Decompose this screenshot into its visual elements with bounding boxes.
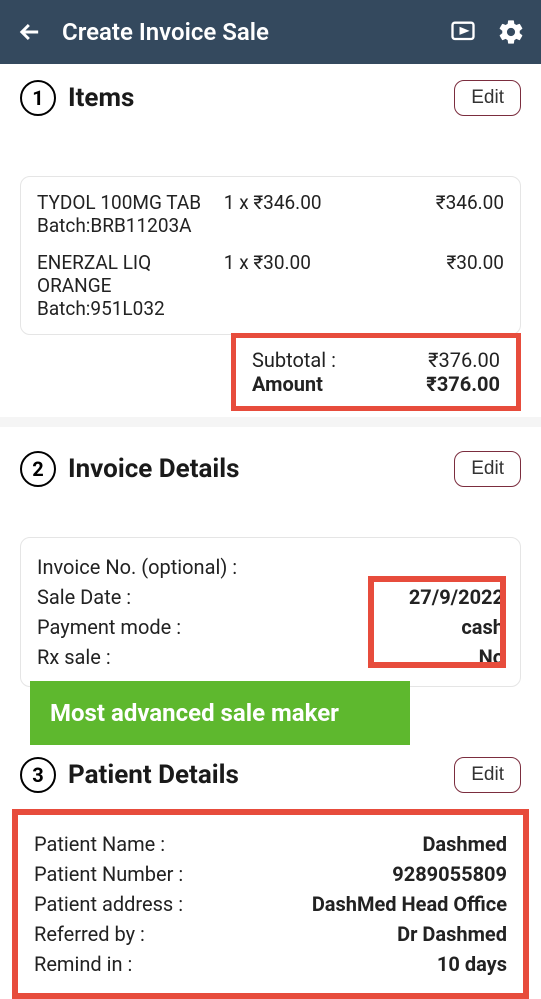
items-section: 1 Items Edit	[0, 64, 541, 116]
referred-by-value: Dr Dashmed	[397, 919, 507, 949]
item-batch: Batch:BRB11203A	[37, 214, 224, 237]
payment-mode-label: Payment mode :	[37, 612, 461, 642]
page-title: Create Invoice Sale	[62, 18, 449, 46]
detail-row: Referred by : Dr Dashmed	[34, 919, 507, 949]
section-divider	[0, 417, 541, 427]
detail-row: Invoice No. (optional) :	[37, 552, 504, 582]
item-row: TYDOL 100MG TAB Batch:BRB11203A 1 x ₹346…	[37, 191, 504, 237]
app-header: Create Invoice Sale	[0, 0, 541, 64]
items-edit-button[interactable]: Edit	[454, 80, 521, 116]
invoice-section: 2 Invoice Details Edit	[0, 427, 541, 487]
sale-date-label: Sale Date :	[37, 582, 409, 612]
invoice-card-wrapper: Invoice No. (optional) : Sale Date : 27/…	[0, 507, 541, 687]
item-name: ENERZAL LIQ ORANGE	[37, 251, 224, 297]
detail-row: Payment mode : cash	[37, 612, 504, 642]
step-badge-3: 3	[20, 757, 56, 793]
patient-section-header: 3 Patient Details Edit	[20, 757, 521, 793]
patient-edit-button[interactable]: Edit	[454, 757, 521, 793]
sale-date-value: 27/9/2022	[409, 582, 504, 612]
invoice-section-header: 2 Invoice Details Edit	[20, 451, 521, 487]
cast-icon[interactable]	[449, 18, 477, 46]
invoice-no-label: Invoice No. (optional) :	[37, 552, 504, 582]
detail-row: Patient Number : 9289055809	[34, 859, 507, 889]
invoice-card: Invoice No. (optional) : Sale Date : 27/…	[20, 537, 521, 687]
detail-row: Sale Date : 27/9/2022	[37, 582, 504, 612]
detail-row: Rx sale : No	[37, 642, 504, 672]
step-badge-2: 2	[20, 451, 56, 487]
rx-sale-label: Rx sale :	[37, 642, 479, 672]
patient-highlight-card: Patient Name : Dashmed Patient Number : …	[12, 809, 529, 999]
patient-address-label: Patient address :	[34, 889, 312, 919]
subtotal-value: ₹376.00	[428, 348, 500, 372]
item-total: ₹30.00	[379, 251, 504, 320]
item-name: TYDOL 100MG TAB	[37, 191, 224, 214]
referred-by-label: Referred by :	[34, 919, 397, 949]
patient-name-label: Patient Name :	[34, 829, 422, 859]
item-row: ENERZAL LIQ ORANGE Batch:951L032 1 x ₹30…	[37, 251, 504, 320]
subtotal-highlight-box: Subtotal : ₹376.00 Amount ₹376.00	[231, 333, 521, 411]
detail-row: Remind in : 10 days	[34, 949, 507, 979]
amount-label: Amount	[252, 372, 323, 396]
items-card-wrapper: TYDOL 100MG TAB Batch:BRB11203A 1 x ₹346…	[0, 136, 541, 411]
items-section-header: 1 Items Edit	[20, 80, 521, 116]
detail-row: Patient Name : Dashmed	[34, 829, 507, 859]
gear-icon[interactable]	[497, 18, 525, 46]
back-arrow-icon[interactable]	[16, 18, 44, 46]
subtotal-wrapper: Subtotal : ₹376.00 Amount ₹376.00	[20, 335, 521, 411]
patient-number-label: Patient Number :	[34, 859, 392, 889]
detail-row: Patient address : DashMed Head Office	[34, 889, 507, 919]
payment-mode-value: cash	[461, 612, 504, 642]
patient-name-value: Dashmed	[422, 829, 507, 859]
item-total: ₹346.00	[379, 191, 504, 237]
amount-row: Amount ₹376.00	[252, 372, 500, 396]
amount-value: ₹376.00	[426, 372, 500, 396]
patient-section: 3 Patient Details Edit	[0, 751, 541, 793]
invoice-title: Invoice Details	[68, 454, 454, 484]
patient-number-value: 9289055809	[392, 859, 507, 889]
patient-title: Patient Details	[68, 760, 454, 790]
item-name-col: TYDOL 100MG TAB Batch:BRB11203A	[37, 191, 224, 237]
subtotal-label: Subtotal :	[252, 348, 336, 372]
rx-sale-value: No	[479, 642, 504, 672]
promo-banner: Most advanced sale maker	[30, 681, 410, 745]
item-qty: 1 x ₹30.00	[224, 251, 380, 320]
items-card: TYDOL 100MG TAB Batch:BRB11203A 1 x ₹346…	[20, 176, 521, 335]
item-qty: 1 x ₹346.00	[224, 191, 380, 237]
items-title: Items	[68, 83, 454, 113]
header-actions	[449, 18, 525, 46]
item-batch: Batch:951L032	[37, 297, 224, 320]
invoice-edit-button[interactable]: Edit	[454, 451, 521, 487]
subtotal-row: Subtotal : ₹376.00	[252, 348, 500, 372]
patient-address-value: DashMed Head Office	[312, 889, 507, 919]
step-badge-1: 1	[20, 80, 56, 116]
remind-in-value: 10 days	[437, 949, 507, 979]
remind-in-label: Remind in :	[34, 949, 437, 979]
item-name-col: ENERZAL LIQ ORANGE Batch:951L032	[37, 251, 224, 320]
